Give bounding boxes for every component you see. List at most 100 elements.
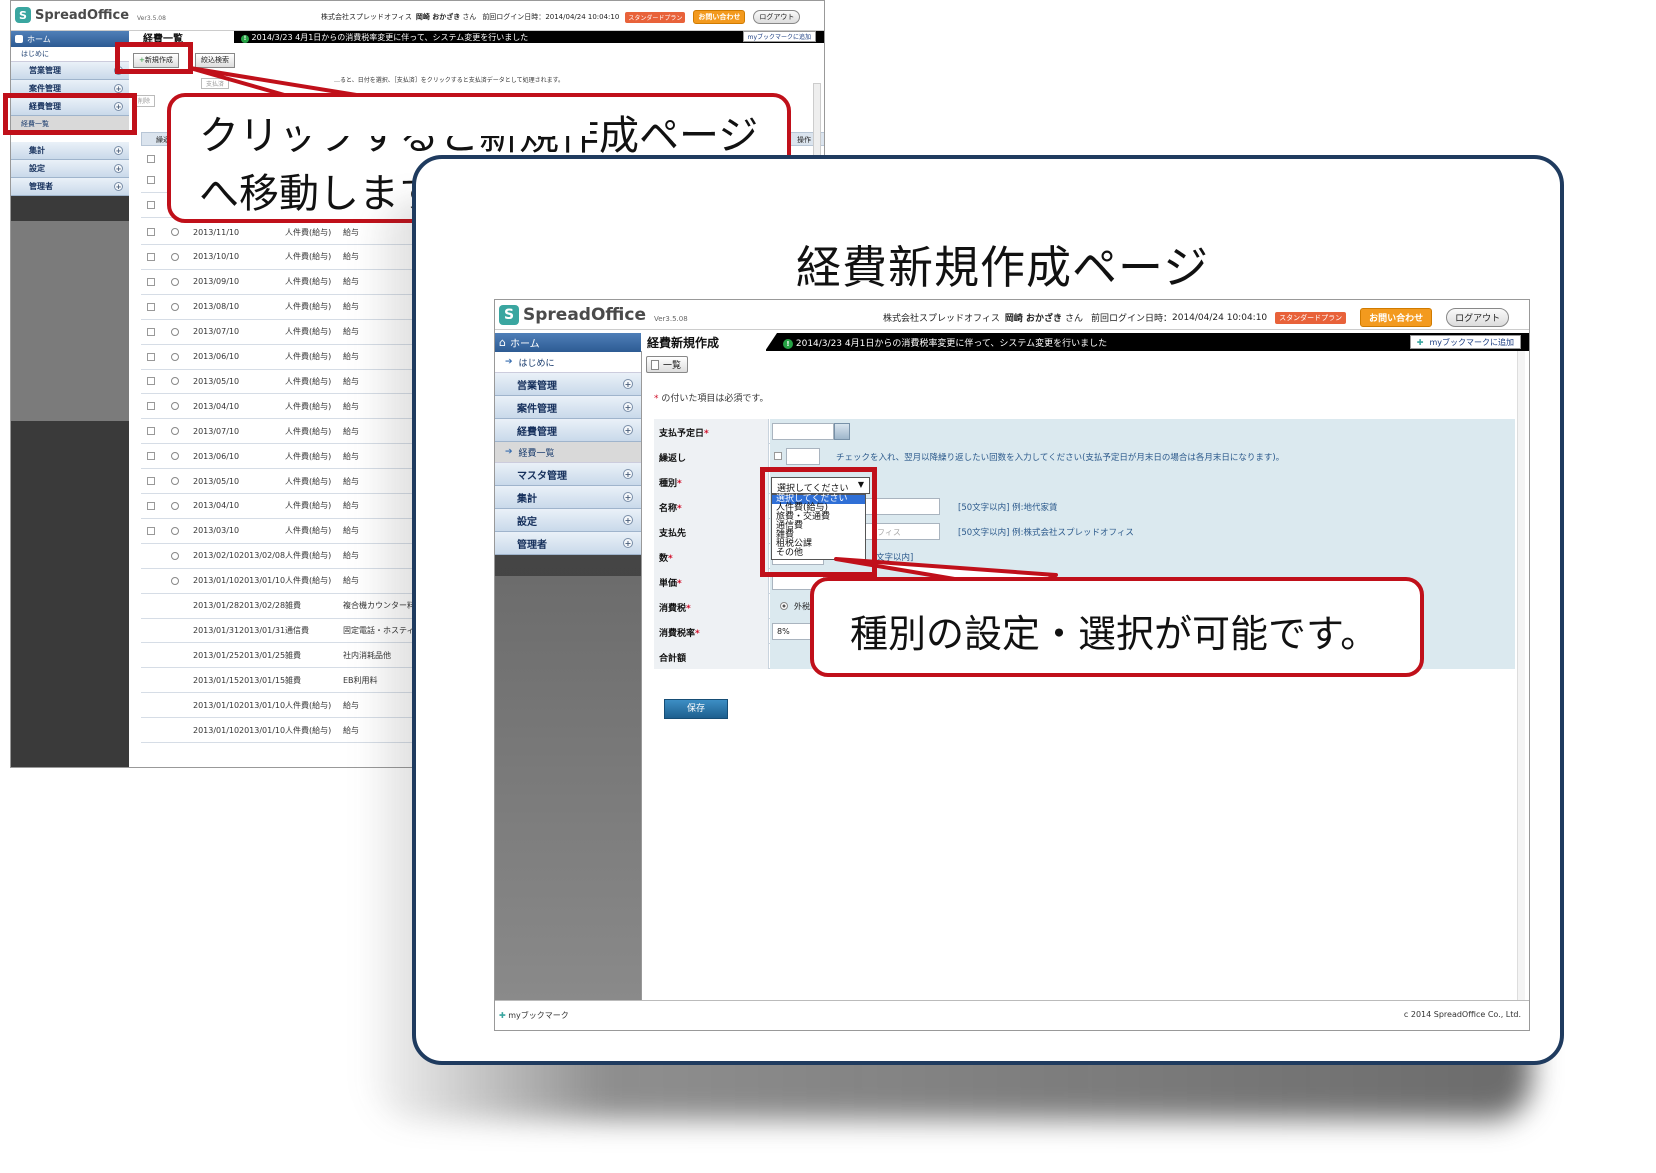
row-radio[interactable] xyxy=(171,302,179,311)
row-checkbox[interactable] xyxy=(147,228,155,236)
row-checkbox[interactable] xyxy=(147,452,155,461)
date-cell: 2013/08/10 xyxy=(193,302,240,312)
row-radio[interactable] xyxy=(171,551,179,560)
page-title: 経費新規作成 xyxy=(641,333,766,351)
sidebar-item-summary[interactable]: 集計 + xyxy=(495,486,641,509)
pay-date-input[interactable] xyxy=(772,423,834,440)
row-checkbox[interactable] xyxy=(147,277,155,286)
expand-icon[interactable]: + xyxy=(114,146,123,155)
sidebar-item-projects[interactable]: 案件管理 + xyxy=(495,396,641,419)
row-checkbox[interactable] xyxy=(147,402,155,411)
list-button[interactable]: 一覧 xyxy=(646,356,689,373)
row-checkbox[interactable] xyxy=(147,427,155,436)
row-radio[interactable] xyxy=(171,327,179,336)
sidebar-item-expense-list[interactable]: ➔ 経費一覧 xyxy=(495,442,641,463)
sidebar-item-intro[interactable]: はじめに xyxy=(11,47,129,62)
row-checkbox[interactable] xyxy=(147,526,155,535)
row-checkbox[interactable] xyxy=(147,501,155,510)
footer-bookmark[interactable]: ✚ myブックマーク xyxy=(499,1010,569,1021)
expand-icon[interactable]: + xyxy=(623,469,633,479)
contact-button[interactable]: お問い合わせ xyxy=(693,10,746,24)
callout-category: 種別の設定・選択が可能です。 xyxy=(810,577,1424,677)
date-cell: 2013/09/10 xyxy=(193,277,240,287)
date-cell: 2013/01/28 xyxy=(193,601,240,610)
highlight-expense-menu xyxy=(3,93,137,135)
calendar-icon[interactable] xyxy=(834,423,850,440)
row-checkbox[interactable] xyxy=(147,477,155,485)
row-radio[interactable] xyxy=(171,501,179,510)
logout-button[interactable]: ログアウト xyxy=(1446,308,1510,327)
expand-icon[interactable]: + xyxy=(623,492,633,502)
row-radio[interactable] xyxy=(171,277,179,286)
expand-icon[interactable]: + xyxy=(623,515,633,525)
row-radio[interactable] xyxy=(171,402,179,411)
bookmark-add-button[interactable]: myブックマークに追加 xyxy=(742,31,816,42)
row-radio[interactable] xyxy=(171,576,179,585)
repeat-checkbox[interactable] xyxy=(774,452,782,460)
name-cell: 給与 xyxy=(343,725,359,735)
select-all-checkbox[interactable] xyxy=(147,155,155,163)
row-radio[interactable] xyxy=(171,526,179,535)
row-checkbox[interactable] xyxy=(147,352,155,361)
expand-icon[interactable]: + xyxy=(114,182,123,191)
sidebar-item-intro[interactable]: ➔ はじめに xyxy=(495,352,641,373)
expand-icon[interactable]: + xyxy=(114,164,123,173)
arrow-icon: ➔ xyxy=(505,447,513,457)
repeat-hint: チェックを入れ、翌月以降繰り返したい回数を入力してください(支払予定日が月末日の… xyxy=(836,453,1285,463)
expand-icon[interactable]: + xyxy=(623,538,633,548)
list-icon xyxy=(651,359,659,370)
logout-button[interactable]: ログアウト xyxy=(753,10,801,24)
spreadoffice-logo-icon: S xyxy=(15,7,31,23)
tax-exclusive-radio[interactable] xyxy=(780,602,788,610)
sidebar-item-sales[interactable]: 営業管理 + xyxy=(11,62,129,80)
sidebar-item-expenses[interactable]: 経費管理 + xyxy=(495,419,641,442)
expand-icon[interactable]: + xyxy=(623,402,633,412)
home-icon xyxy=(15,35,23,43)
row-radio[interactable] xyxy=(171,427,179,436)
sidebar-item-admin[interactable]: 管理者 + xyxy=(495,532,641,555)
contact-button[interactable]: お問い合わせ xyxy=(1360,308,1433,327)
paid-date-cell: 2013/01/15 xyxy=(239,675,286,685)
date-cell: 2013/07/10 xyxy=(193,327,240,337)
paid-date-cell: 2013/01/10 xyxy=(239,725,286,735)
row-radio[interactable] xyxy=(171,352,179,361)
name-cell: 給与 xyxy=(343,476,359,486)
row-checkbox[interactable] xyxy=(147,201,155,209)
name-cell: 給与 xyxy=(343,451,359,461)
row-checkbox[interactable] xyxy=(147,302,155,311)
sidebar-item-settings[interactable]: 設定 + xyxy=(11,160,129,178)
repeat-count-input[interactable] xyxy=(786,448,820,465)
sidebar-item-summary[interactable]: 集計 + xyxy=(11,142,129,160)
bookmark-add-button[interactable]: ✚ myブックマークに追加 xyxy=(1409,335,1521,349)
sidebar-item-sales[interactable]: 営業管理 + xyxy=(495,373,641,396)
expand-icon[interactable]: + xyxy=(623,379,633,389)
category-cell: 雑費 xyxy=(285,675,301,685)
paid-date-cell: 2013/01/31 xyxy=(239,625,286,635)
notice-text: ! 2014/3/23 4月1日からの消費税率変更に伴って、システム変更を行いま… xyxy=(783,336,1107,349)
paid-date-cell: 2013/01/25 xyxy=(239,650,286,660)
paid-date-cell: 2013/02/28 xyxy=(239,601,286,610)
row-radio[interactable] xyxy=(171,377,179,386)
row-checkbox[interactable] xyxy=(147,327,155,336)
save-button[interactable]: 保存 xyxy=(664,699,728,719)
date-cell: 2013/01/10 xyxy=(193,576,240,586)
row-checkbox[interactable] xyxy=(147,252,155,261)
name-cell: 給与 xyxy=(343,302,359,312)
sidebar-item-home[interactable]: ⌂ ホーム xyxy=(495,333,641,352)
expand-icon[interactable]: + xyxy=(114,84,123,93)
sidebar-item-settings[interactable]: 設定 + xyxy=(495,509,641,532)
sidebar-item-master[interactable]: マスタ管理 + xyxy=(495,463,641,486)
sidebar-item-admin[interactable]: 管理者 + xyxy=(11,178,129,196)
scrollbar[interactable] xyxy=(1517,351,1525,1001)
sidebar-item-home[interactable]: ホーム xyxy=(11,31,129,47)
name-hint: [50文字以内] 例:地代家賃 xyxy=(958,503,1058,513)
row-checkbox[interactable] xyxy=(147,377,155,386)
form-card: 経費新規作成ページ S SpreadOffice Ver3.5.08 株式会社ス… xyxy=(412,155,1564,1065)
row-radio[interactable] xyxy=(171,252,179,261)
tax-rate-select[interactable]: 8% xyxy=(772,623,812,640)
row-radio[interactable] xyxy=(171,477,179,485)
row-checkbox[interactable] xyxy=(147,176,155,184)
row-radio[interactable] xyxy=(171,452,179,461)
row-radio[interactable] xyxy=(171,228,179,236)
expand-icon[interactable]: + xyxy=(623,425,633,435)
